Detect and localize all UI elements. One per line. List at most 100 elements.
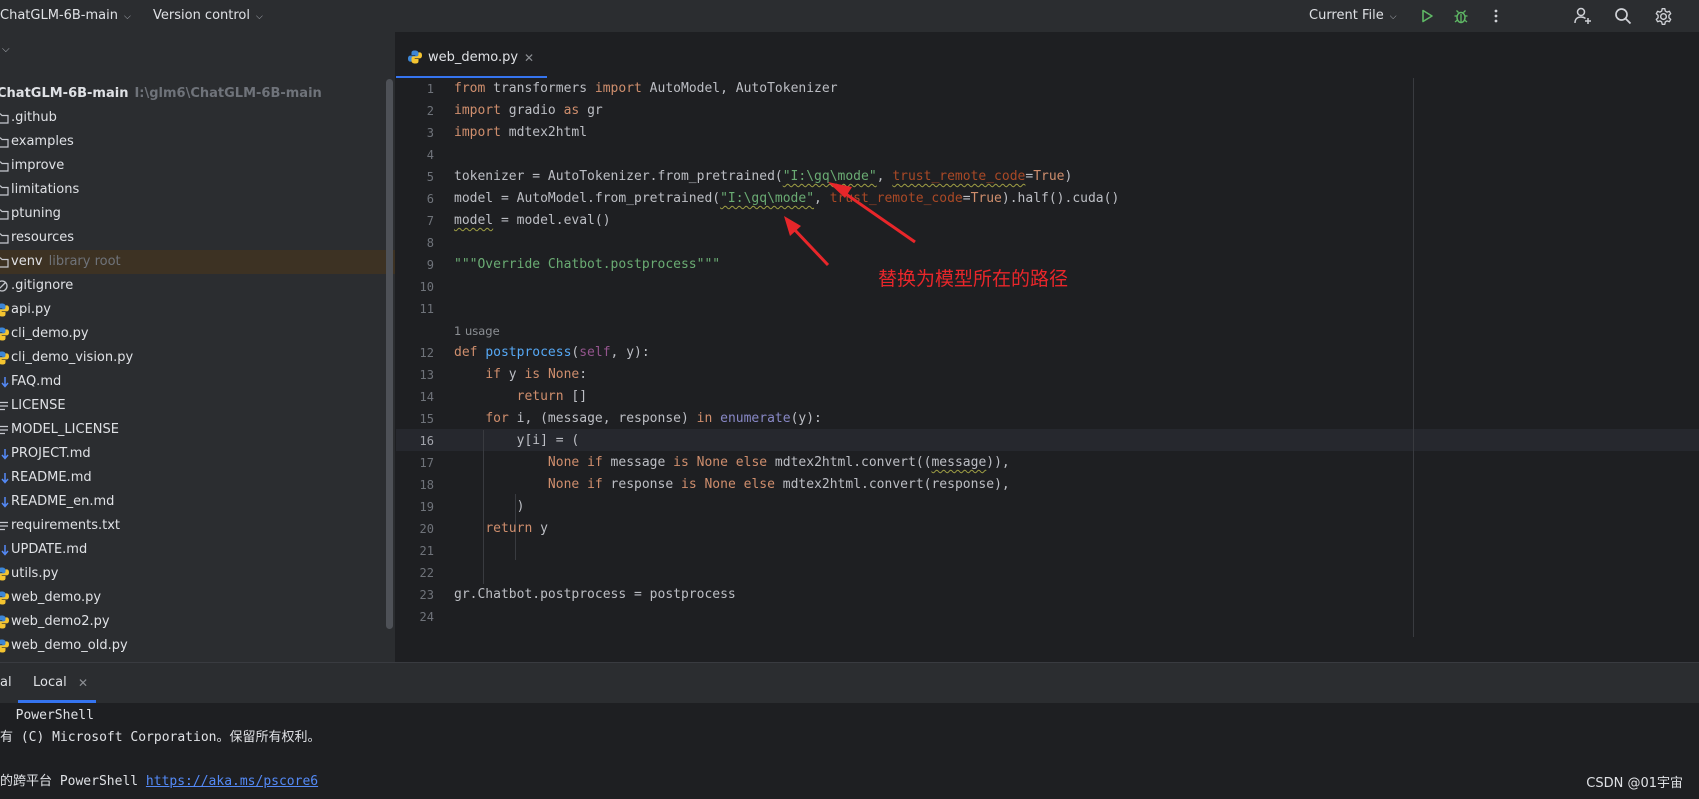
tree-item-faq-md[interactable]: FAQ.md [0, 370, 395, 394]
tree-root[interactable]: ChatGLM-6B-main I:\glm6\ChatGLM-6B-main [0, 82, 395, 106]
terminal-title: al [0, 675, 12, 690]
tree-item-gitignore[interactable]: .gitignore [0, 274, 395, 298]
folder-icon [0, 113, 9, 124]
code-editor[interactable]: 1 from transformers import AutoModel, Aut… [396, 78, 1699, 637]
project-scrollbar[interactable] [386, 79, 393, 629]
line-number: 2 [426, 104, 434, 118]
code-line: 23 gr.Chatbot.postprocess = postprocess [396, 584, 1699, 606]
tree-item-name: resources [11, 230, 75, 245]
code-line: 19 ) [396, 496, 1699, 518]
settings-button[interactable] [1651, 4, 1675, 28]
close-icon[interactable]: ✕ [78, 663, 88, 703]
tree-item-venv[interactable]: venv library root [0, 250, 395, 274]
chevron-down-icon[interactable]: ⌵ [2, 44, 10, 55]
line-number: 1 [426, 82, 434, 96]
project-name: ChatGLM-6B-main [0, 8, 118, 23]
tree-item-api-py[interactable]: api.py [0, 298, 395, 322]
tree-item-readme-md[interactable]: README.md [0, 466, 395, 490]
tree-item-name: web_demo2.py [11, 614, 110, 629]
watermark: CSDN @01宇宙 [1586, 776, 1683, 791]
chevron-down-icon: ⌵ [256, 12, 263, 22]
tree-item-limitations[interactable]: limitations [0, 178, 395, 202]
tree-item-label: resources [11, 226, 74, 250]
line-number: 14 [419, 390, 434, 404]
tree-item-update-md[interactable]: UPDATE.md [0, 538, 395, 562]
tree-item-ptuning[interactable]: ptuning [0, 202, 395, 226]
code-with-me-button[interactable] [1571, 4, 1595, 28]
tree-item-name: utils.py [11, 566, 59, 581]
tree-item-label: .gitignore [11, 274, 73, 298]
tree-item-icon-wrapper [0, 154, 9, 178]
code-line: 11 [396, 298, 1699, 320]
add-user-icon [1574, 7, 1591, 24]
project-tool-window: ⌵ ChatGLM-6B-main I:\glm6\ChatGLM-6B-main… [0, 32, 395, 662]
tree-item-name: api.py [11, 302, 51, 317]
more-actions-button[interactable] [1484, 4, 1508, 28]
tree-item-icon-wrapper [0, 562, 9, 586]
tree-item-web-demo-old-py[interactable]: web_demo_old.py [0, 634, 395, 658]
tree-item-icon-wrapper [0, 418, 9, 442]
code-line: 22 [396, 562, 1699, 584]
pscore-link[interactable]: https://aka.ms/pscore6 [146, 774, 318, 789]
line-number: 22 [419, 566, 434, 580]
vcs-menu[interactable]: Version control ⌵ [153, 0, 263, 32]
tab-local[interactable]: Local ✕ [18, 663, 96, 703]
line-number: 5 [426, 170, 434, 184]
tree-item-name: cli_demo_vision.py [11, 350, 134, 365]
close-icon[interactable]: ✕ [524, 38, 534, 78]
bug-icon [1454, 10, 1468, 24]
code-line: 16 y[i] = ( [396, 430, 1699, 452]
tree-item-icon-wrapper [0, 442, 9, 466]
text-file-icon [0, 401, 8, 411]
code-line: 14 return [] [396, 386, 1699, 408]
run-button[interactable] [1415, 4, 1439, 28]
tree-item-web-demo-py[interactable]: web_demo.py [0, 586, 395, 610]
line-number: 21 [419, 544, 434, 558]
tree-item-cli-demo-vision-py[interactable]: cli_demo_vision.py [0, 346, 395, 370]
tree-item-cli-demo-py[interactable]: cli_demo.py [0, 322, 395, 346]
tree-item-requirements-txt[interactable]: requirements.txt [0, 514, 395, 538]
search-everywhere-button[interactable] [1611, 4, 1635, 28]
code-line: 15 for i, (message, response) in enumera… [396, 408, 1699, 430]
tree-item-utils-py[interactable]: utils.py [0, 562, 395, 586]
tree-item-icon-wrapper [0, 274, 9, 298]
usage-inlay-hint[interactable]: 1 usage [454, 320, 500, 342]
code-line: 3 import mdtex2html [396, 122, 1699, 144]
tree-item-icon-wrapper [0, 514, 9, 538]
terminal-line: 有 (C) Microsoft Corporation。保留所有权利。 [0, 730, 321, 745]
run-config-selector[interactable]: Current File ⌵ [1309, 0, 1397, 32]
line-number: 18 [419, 478, 434, 492]
tree-item-name: README_en.md [11, 494, 115, 509]
markdown-file-icon [1, 545, 9, 556]
tree-item-resources[interactable]: resources [0, 226, 395, 250]
code-line: 20 return y [396, 518, 1699, 540]
tree-item-web-demo2-py[interactable]: web_demo2.py [0, 610, 395, 634]
folder-icon [0, 209, 9, 220]
tree-item-label: improve [11, 154, 64, 178]
tree-item-project-md[interactable]: PROJECT.md [0, 442, 395, 466]
tree-item-examples[interactable]: examples [0, 130, 395, 154]
tree-item-name: examples [11, 134, 74, 149]
tab-web-demo-py[interactable]: web_demo.py ✕ [396, 38, 547, 79]
tree-item-improve[interactable]: improve [0, 154, 395, 178]
root-name: ChatGLM-6B-main [0, 86, 129, 101]
tree-item-model-license[interactable]: MODEL_LICENSE [0, 418, 395, 442]
folder-icon [0, 137, 9, 148]
tree-item-label: web_demo.py [11, 586, 101, 610]
tree-item-github[interactable]: .github [0, 106, 395, 130]
tree-item-license[interactable]: LICENSE [0, 394, 395, 418]
project-tree: ChatGLM-6B-main I:\glm6\ChatGLM-6B-main .… [0, 82, 395, 658]
tree-item-label: LICENSE [11, 394, 66, 418]
debug-button[interactable] [1449, 4, 1473, 28]
tree-item-icon-wrapper [0, 394, 9, 418]
tree-item-icon-wrapper [0, 586, 9, 610]
line-number: 3 [426, 126, 434, 140]
tree-item-name: web_demo.py [11, 590, 102, 605]
line-number: 9 [426, 258, 434, 272]
tree-item-readme-en-md[interactable]: README_en.md [0, 490, 395, 514]
code-line: 8 [396, 232, 1699, 254]
python-file-icon [0, 615, 9, 629]
tree-item-label: .github [11, 106, 57, 130]
project-selector[interactable]: ChatGLM-6B-main ⌵ [0, 0, 131, 32]
line-number: 17 [419, 456, 434, 470]
